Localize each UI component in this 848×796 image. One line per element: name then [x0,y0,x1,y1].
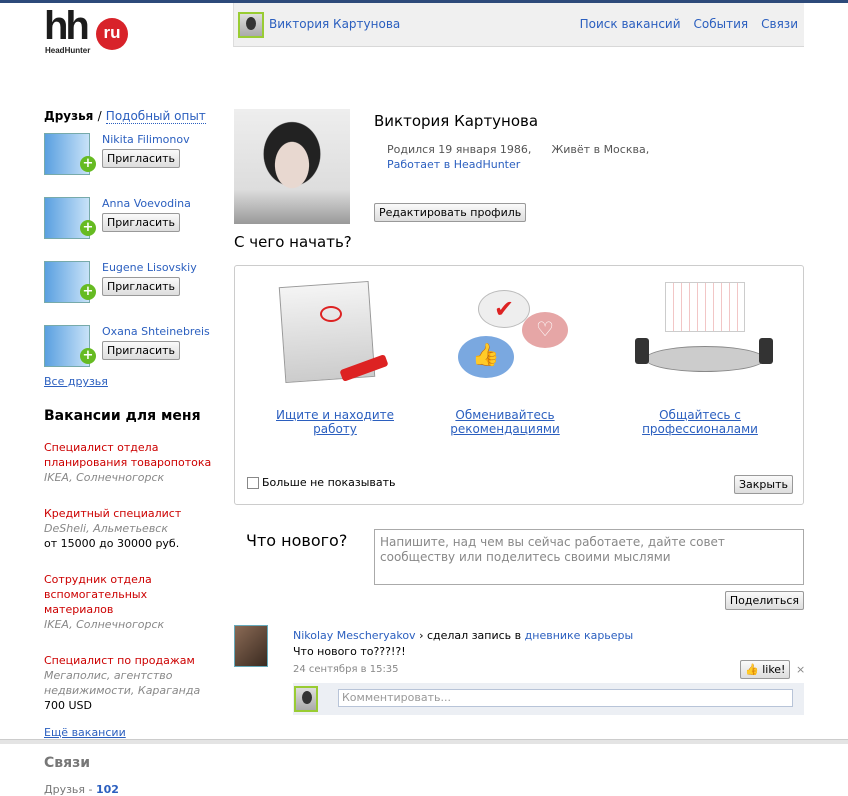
friend-avatar[interactable]: + [44,325,96,367]
dont-show-checkbox[interactable]: Больше не показывать [247,476,396,489]
vacancies-title: Вакансии для меня [44,408,201,424]
friend-suggestion: + Anna Voevodina Пригласить [44,197,214,251]
newspaper-icon [270,276,400,386]
friend-avatar[interactable]: + [44,197,96,239]
close-icon[interactable]: × [796,663,805,676]
edit-profile-button[interactable]: Редактировать профиль [374,203,527,222]
feature-recommendations: ✔ ♡ 👍 Обменивайтесь рекомендациями [425,276,585,436]
commenter-avatar [294,686,318,712]
feature-jobs-link[interactable]: Ищите и находите работу [255,408,415,436]
friend-name-link[interactable]: Eugene Lisovskiy [102,261,197,274]
thumbs-up-icon: 👍 [745,663,759,676]
vacancy-company: DeSheli, Альметьевск [44,522,169,535]
comment-input[interactable]: Комментировать... [338,689,793,707]
separator: / [97,109,102,123]
vacancy-title-link[interactable]: Кредитный специалист [44,506,214,521]
feature-professionals-link[interactable]: Общайтесь с профессионалами [620,408,780,436]
close-button[interactable]: Закрыть [734,475,793,494]
vacancy-company: IKEA, Солнечногорск [44,471,165,484]
post-action: › сделал запись в [419,629,522,642]
friends-header: Друзья / Подобный опыт [44,109,214,124]
profile-photo [234,109,350,224]
vacancy-title-link[interactable]: Специалист по продажам [44,653,214,668]
logo-badge: ru [96,18,128,50]
friends-count-label: Друзья - [44,783,96,796]
invite-button[interactable]: Пригласить [102,149,181,168]
author-link[interactable]: Nikolay Mescheryakov [293,629,416,642]
vacancy-company: IKEA, Солнечногорск [44,618,165,631]
like-button[interactable]: 👍 like! [740,660,791,679]
status-textarea[interactable]: Напишите, над чем вы сейчас работаете, д… [374,529,804,585]
share-button[interactable]: Поделиться [724,591,804,610]
friend-name-link[interactable]: Nikita Filimonov [102,133,190,146]
plus-icon[interactable]: + [80,348,96,364]
user-avatar[interactable] [238,12,264,38]
connections-title: Связи [44,755,91,771]
friend-suggestion: + Eugene Lisovskiy Пригласить [44,261,214,315]
vacancy-item: Специалист отдела планирования товаропот… [44,440,214,485]
whats-new-title: Что нового? [246,531,348,550]
invite-button[interactable]: Пригласить [102,213,181,232]
vacancy-company: Мегаполис, агентство недвижимости, Караг… [44,669,201,697]
nav-vacancy-search[interactable]: Поиск вакансий [580,17,681,31]
vacancy-item: Кредитный специалист DeSheli, Альметьевс… [44,506,214,551]
dont-show-label: Больше не показывать [262,476,396,489]
friend-name-link[interactable]: Anna Voevodina [102,197,191,210]
vacancy-item: Специалист по продажам Мегаполис, агентс… [44,653,214,713]
plus-icon[interactable]: + [80,284,96,300]
friend-avatar[interactable]: + [44,133,96,175]
friend-name-link[interactable]: Oxana Shteinebreis [102,325,210,338]
invite-button[interactable]: Пригласить [102,341,181,360]
friend-suggestion: + Nikita Filimonov Пригласить [44,133,214,187]
getting-started-box: Ищите и находите работу ✔ ♡ 👍 Обменивайт… [234,265,804,505]
user-name-link[interactable]: Виктория Картунова [269,17,400,31]
nav-events[interactable]: События [694,17,749,31]
checkbox[interactable] [247,476,259,489]
post-date: 24 сентября в 15:35 [293,664,399,675]
friend-avatar[interactable]: + [44,261,96,303]
sidebar: Друзья / Подобный опыт + Nikita Filimono… [44,109,214,796]
top-bar: Виктория Картунова Поиск вакансий Событи… [233,3,804,47]
top-nav: Поиск вакансий События Связи [580,17,798,31]
feature-jobs: Ищите и находите работу [255,276,415,436]
meeting-room-icon [635,276,773,386]
born: Родился 19 января 1986, [387,143,532,156]
author-avatar[interactable] [234,625,268,667]
friends-count-link[interactable]: 102 [96,783,119,796]
vacancy-salary: 700 USD [44,699,92,712]
plus-icon[interactable]: + [80,220,96,236]
vacancy-salary: от 15000 до 30000 руб. [44,537,180,550]
hh-logo[interactable]: hh ru HeadHunter [44,6,134,58]
invite-button[interactable]: Пригласить [102,277,181,296]
comment-box: Комментировать... [293,683,804,715]
vacancy-title-link[interactable]: Сотрудник отдела вспомогательных материа… [44,572,214,617]
works-link[interactable]: Работает в HeadHunter [387,158,520,171]
more-vacancies-link[interactable]: Ещё вакансии [44,726,214,739]
profile-info: Родился 19 января 1986, Живёт в Москва, Р… [387,142,649,172]
plus-icon[interactable]: + [80,156,96,172]
lives: Живёт в Москва, [551,143,650,156]
friend-suggestion: + Oxana Shteinebreis Пригласить [44,325,214,379]
vacancy-title-link[interactable]: Специалист отдела планирования товаропот… [44,440,214,470]
like-label: like! [762,663,786,676]
friends-title: Друзья [44,109,94,123]
feature-professionals: Общайтесь с профессионалами [620,276,780,436]
similar-experience-link[interactable]: Подобный опыт [105,109,206,124]
friends-count-row: Друзья - 102 [44,783,214,796]
nav-connections[interactable]: Связи [761,17,798,31]
start-title: С чего начать? [234,233,352,251]
feature-recommendations-link[interactable]: Обменивайтесь рекомендациями [425,408,585,436]
horizontal-scrollbar[interactable] [0,739,848,744]
post-text: Что нового то???!?! [293,645,406,658]
speech-bubbles-icon: ✔ ♡ 👍 [440,276,570,386]
vacancy-item: Сотрудник отдела вспомогательных материа… [44,572,214,632]
logo-sub: HeadHunter [45,46,91,55]
diary-link[interactable]: дневнике карьеры [525,629,634,642]
profile-name: Виктория Картунова [374,112,539,130]
post-header: Nikolay Mescheryakov › сделал запись в д… [293,629,633,642]
